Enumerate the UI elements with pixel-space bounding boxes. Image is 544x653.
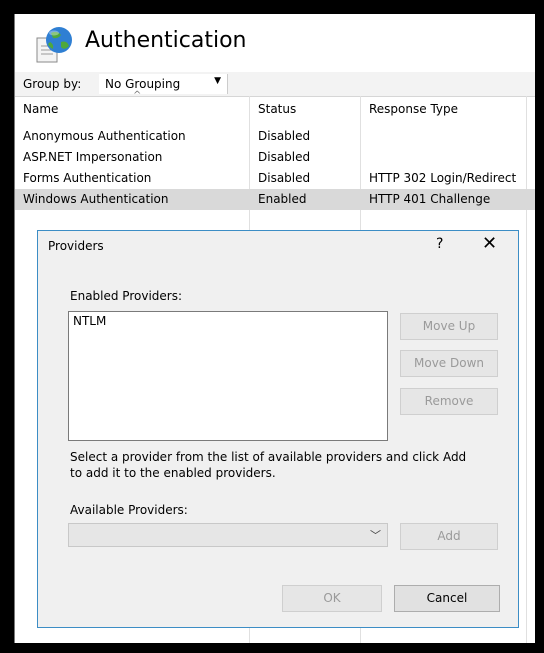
column-header-name[interactable]: Name: [23, 102, 58, 116]
group-by-dropdown[interactable]: No Grouping ▼: [99, 74, 228, 94]
row-name: Windows Authentication: [23, 192, 169, 206]
cancel-button[interactable]: Cancel: [394, 585, 500, 612]
iis-manager-window: Authentication Group by: No Grouping ▼ N…: [14, 14, 535, 643]
table-row[interactable]: Forms Authentication Disabled HTTP 302 L…: [15, 168, 535, 189]
table-row-selected[interactable]: Windows Authentication Enabled HTTP 401 …: [15, 189, 535, 210]
enabled-providers-label: Enabled Providers:: [70, 289, 183, 303]
available-providers-label: Available Providers:: [70, 503, 188, 517]
table-row[interactable]: ASP.NET Impersonation Disabled: [15, 147, 535, 168]
close-icon[interactable]: ✕: [482, 233, 497, 254]
enabled-providers-list[interactable]: NTLM: [68, 311, 388, 441]
sort-ascending-icon: ^: [133, 90, 142, 101]
column-header-status[interactable]: Status: [258, 102, 296, 116]
ok-button[interactable]: OK: [282, 585, 382, 612]
row-response-type: HTTP 302 Login/Redirect: [369, 171, 517, 185]
add-button[interactable]: Add: [400, 523, 498, 550]
table-row[interactable]: Anonymous Authentication Disabled: [15, 126, 535, 147]
row-status: Disabled: [258, 129, 311, 143]
globe-document-icon: [36, 27, 72, 63]
row-response-type: HTTP 401 Challenge: [369, 192, 491, 206]
row-status: Disabled: [258, 171, 311, 185]
row-name: Forms Authentication: [23, 171, 152, 185]
providers-dialog: Providers ? ✕ Enabled Providers: NTLM Mo…: [37, 230, 519, 628]
dropdown-arrow-icon: ▼: [214, 76, 221, 86]
row-status: Enabled: [258, 192, 307, 206]
page-title: Authentication: [85, 28, 247, 53]
chevron-down-icon: ﹀: [370, 529, 381, 542]
move-down-button[interactable]: Move Down: [400, 350, 498, 377]
row-name: Anonymous Authentication: [23, 129, 186, 143]
row-status: Disabled: [258, 150, 311, 164]
available-providers-dropdown[interactable]: ﹀: [68, 523, 388, 547]
dialog-title: Providers: [48, 239, 104, 253]
row-name: ASP.NET Impersonation: [23, 150, 163, 164]
move-up-button[interactable]: Move Up: [400, 313, 498, 340]
list-item[interactable]: NTLM: [73, 314, 106, 328]
column-header-response-type[interactable]: Response Type: [369, 102, 458, 116]
remove-button[interactable]: Remove: [400, 388, 498, 415]
group-by-toolbar: Group by: No Grouping ▼: [15, 72, 535, 97]
help-button[interactable]: ?: [436, 236, 443, 252]
group-by-label: Group by:: [23, 77, 82, 91]
instruction-text: Select a provider from the list of avail…: [70, 450, 467, 480]
group-by-value: No Grouping: [105, 77, 181, 91]
column-header-row: Name ^ Status Response Type: [15, 90, 535, 126]
feature-header: Authentication: [15, 14, 535, 72]
